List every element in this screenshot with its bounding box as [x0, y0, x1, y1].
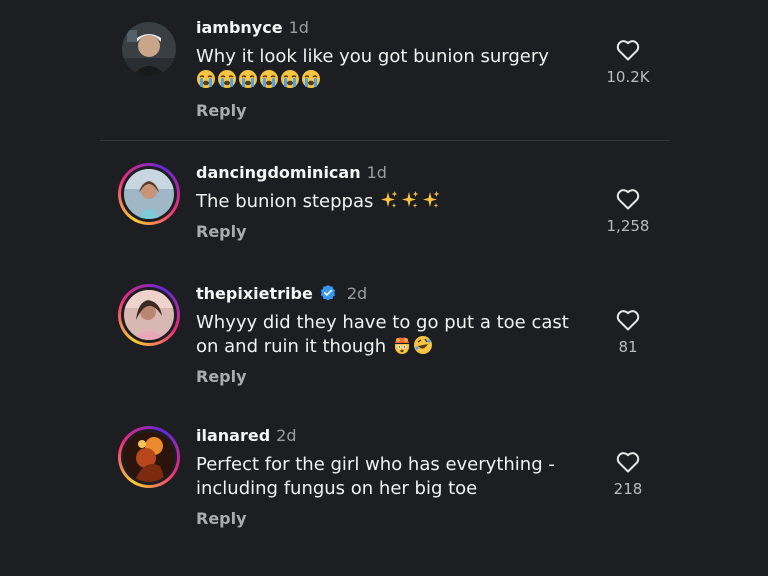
verified-badge-icon [320, 284, 336, 301]
timestamp: 1d [288, 18, 309, 37]
heart-icon[interactable] [615, 308, 641, 332]
like-control: 10.2K [598, 38, 658, 86]
timestamp: 2d [346, 284, 368, 303]
username[interactable]: thepixietribe [196, 284, 313, 303]
avatar[interactable] [118, 284, 180, 346]
reply-button[interactable]: Reply [196, 222, 596, 242]
like-control: 1,258 [598, 187, 658, 235]
avatar-image [124, 432, 174, 482]
divider [100, 140, 670, 141]
reply-button[interactable]: Reply [196, 101, 596, 121]
exploding-head-icon [394, 337, 409, 354]
username[interactable]: iambnyce [196, 18, 283, 37]
reply-button[interactable]: Reply [196, 509, 596, 529]
sparkles-icon [423, 191, 440, 208]
avatar-image [124, 290, 174, 340]
username[interactable]: ilanared [196, 426, 270, 445]
comment-text-content: Whyyy did they have to go put a toe cast… [196, 312, 569, 357]
like-count: 1,258 [606, 217, 650, 235]
comment-text-content: Why it look like you got bunion surgery [196, 46, 549, 67]
avatar[interactable] [118, 426, 180, 488]
loudly-crying-face-icon [260, 70, 278, 88]
comment-item: thepixietribe 2d Whyyy did they have to g… [118, 284, 658, 394]
loudly-crying-face-icon [281, 70, 299, 88]
like-count: 10.2K [606, 68, 650, 86]
timestamp: 1d [366, 163, 387, 182]
timestamp: 2d [276, 426, 297, 445]
heart-icon[interactable] [615, 187, 641, 211]
comments-panel: iambnyce 1d Why it look like you got buni… [0, 0, 768, 576]
loudly-crying-face-icon [218, 70, 236, 88]
avatar[interactable] [118, 18, 180, 80]
comment-item: iambnyce 1d Why it look like you got buni… [118, 18, 658, 128]
like-control: 218 [598, 450, 658, 498]
like-count: 81 [618, 338, 638, 356]
comment-item: dancingdominican 1d The bunion steppas Re… [118, 163, 658, 253]
loudly-crying-face-icon [197, 70, 215, 88]
heart-icon[interactable] [615, 450, 641, 474]
comment-text: Perfect for the girl who has everything … [196, 454, 555, 499]
comment-text: Why it look like you got bunion surgery [196, 45, 596, 93]
reply-button[interactable]: Reply [196, 367, 596, 387]
comment-item: ilanared 2d Perfect for the girl who has … [118, 426, 658, 536]
heart-icon[interactable] [615, 38, 641, 62]
comment-text-content: The bunion steppas [196, 191, 374, 212]
sparkles-icon [402, 191, 419, 208]
rolling-on-floor-laughing-icon [413, 336, 432, 354]
like-control: 81 [598, 308, 658, 356]
avatar[interactable] [118, 163, 180, 225]
sparkles-icon [381, 191, 398, 208]
avatar-image [122, 22, 176, 76]
comment-text: Whyyy did they have to go put a toe cast… [196, 311, 596, 359]
comment-text: The bunion steppas [196, 190, 596, 214]
loudly-crying-face-icon [302, 70, 320, 88]
like-count: 218 [613, 480, 643, 498]
username[interactable]: dancingdominican [196, 163, 361, 182]
loudly-crying-face-icon [239, 70, 257, 88]
avatar-image [124, 169, 174, 219]
